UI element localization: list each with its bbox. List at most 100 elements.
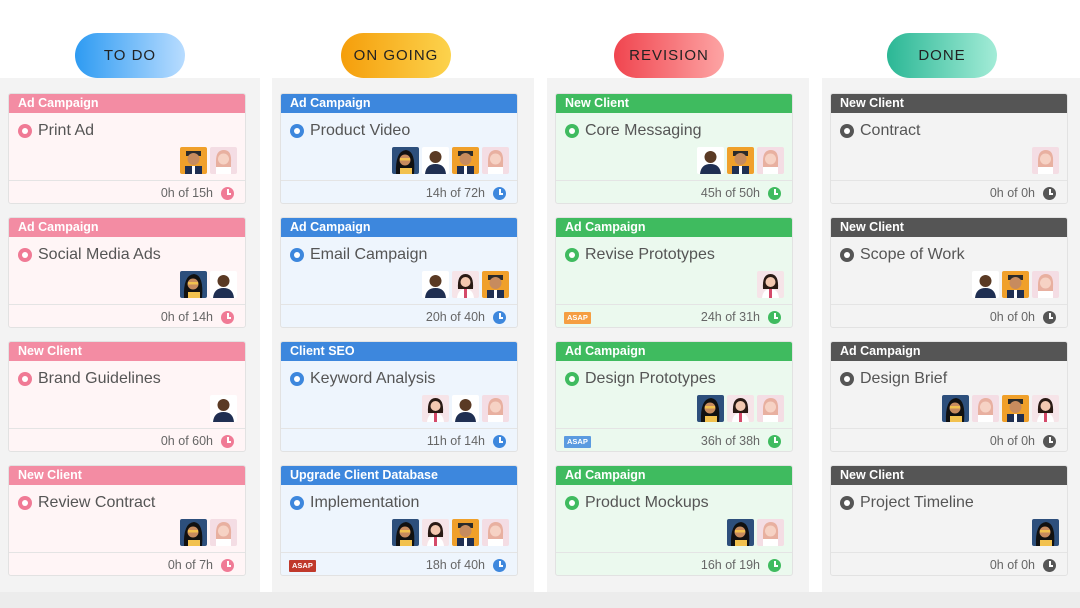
task-card[interactable]: New Client Brand Guidelines 0h of 60h	[8, 341, 246, 452]
card-title[interactable]: Revise Prototypes	[565, 246, 715, 264]
card-title[interactable]: Brand Guidelines	[18, 370, 161, 388]
card-body: Design Prototypes ASAP 36h of 38h	[556, 361, 792, 451]
avatar[interactable]	[757, 147, 784, 174]
avatar[interactable]	[972, 395, 999, 422]
task-card[interactable]: Client SEO Keyword Analysis 11h of 14h	[280, 341, 518, 452]
card-title[interactable]: Email Campaign	[290, 246, 427, 264]
card-title[interactable]: Contract	[840, 122, 920, 140]
card-title[interactable]: Implementation	[290, 494, 419, 512]
task-card[interactable]: Ad Campaign Print Ad 0h of 15h	[8, 93, 246, 204]
avatar[interactable]	[392, 519, 419, 546]
avatar[interactable]	[210, 519, 237, 546]
avatar[interactable]	[422, 519, 449, 546]
avatar[interactable]	[482, 271, 509, 298]
task-card[interactable]: Ad Campaign Email Campaign 20h of 40h	[280, 217, 518, 328]
avatar[interactable]	[727, 395, 754, 422]
card-title[interactable]: Print Ad	[18, 122, 94, 140]
card-title[interactable]: Design Prototypes	[565, 370, 716, 388]
card-project-tag: Ad Campaign	[831, 342, 1067, 361]
avatar[interactable]	[757, 395, 784, 422]
avatar[interactable]	[697, 147, 724, 174]
task-card[interactable]: New Client Review Contract 0h of 7h	[8, 465, 246, 576]
clock-icon[interactable]	[493, 435, 506, 448]
task-card[interactable]: Upgrade Client Database Implementation ASA…	[280, 465, 518, 576]
avatar[interactable]	[727, 147, 754, 174]
clock-icon[interactable]	[1043, 559, 1056, 572]
horizontal-scrollbar[interactable]	[0, 592, 1080, 608]
card-title[interactable]: Project Timeline	[840, 494, 974, 512]
task-card[interactable]: New Client Contract 0h of 0h	[830, 93, 1068, 204]
card-title[interactable]: Design Brief	[840, 370, 947, 388]
avatar[interactable]	[757, 519, 784, 546]
clock-icon[interactable]	[768, 311, 781, 324]
avatar[interactable]	[452, 271, 479, 298]
avatar[interactable]	[422, 395, 449, 422]
avatar[interactable]	[1032, 147, 1059, 174]
task-card[interactable]: New Client Scope of Work 0h of 0h	[830, 217, 1068, 328]
avatar[interactable]	[1002, 395, 1029, 422]
avatar[interactable]	[1032, 519, 1059, 546]
card-title[interactable]: Keyword Analysis	[290, 370, 435, 388]
avatar[interactable]	[1032, 395, 1059, 422]
clock-icon[interactable]	[221, 187, 234, 200]
avatar[interactable]	[482, 147, 509, 174]
avatar[interactable]	[422, 147, 449, 174]
avatar[interactable]	[180, 519, 207, 546]
avatar[interactable]	[452, 395, 479, 422]
task-card[interactable]: Ad Campaign Social Media Ads 0h of 14h	[8, 217, 246, 328]
card-title[interactable]: Core Messaging	[565, 122, 702, 140]
clock-icon[interactable]	[221, 311, 234, 324]
card-project-tag: New Client	[831, 94, 1067, 113]
task-card[interactable]: New Client Project Timeline 0h of 0h	[830, 465, 1068, 576]
avatar[interactable]	[422, 271, 449, 298]
card-project-tag: Ad Campaign	[556, 218, 792, 237]
task-card[interactable]: Ad Campaign Design Brief 0h of 0h	[830, 341, 1068, 452]
card-title-text: Design Prototypes	[585, 370, 716, 387]
clock-icon[interactable]	[493, 311, 506, 324]
avatar[interactable]	[210, 395, 237, 422]
task-card[interactable]: Ad Campaign Design Prototypes ASAP 36h of 3…	[555, 341, 793, 452]
card-title[interactable]: Product Video	[290, 122, 410, 140]
avatar[interactable]	[757, 271, 784, 298]
avatar[interactable]	[180, 271, 207, 298]
avatar[interactable]	[697, 395, 724, 422]
avatar[interactable]	[482, 395, 509, 422]
card-title[interactable]: Scope of Work	[840, 246, 965, 264]
avatar[interactable]	[210, 147, 237, 174]
avatar[interactable]	[942, 395, 969, 422]
card-footer: ASAP 24h of 31h	[556, 304, 792, 327]
avatar[interactable]	[482, 519, 509, 546]
clock-icon[interactable]	[768, 559, 781, 572]
clock-icon[interactable]	[1043, 311, 1056, 324]
column-header-done[interactable]: DONE	[887, 33, 997, 78]
avatar[interactable]	[452, 519, 479, 546]
task-card[interactable]: New Client Core Messaging 45h of 50h	[555, 93, 793, 204]
clock-icon[interactable]	[221, 435, 234, 448]
avatar[interactable]	[392, 147, 419, 174]
avatar[interactable]	[972, 271, 999, 298]
clock-icon[interactable]	[768, 187, 781, 200]
task-card[interactable]: Ad Campaign Revise Prototypes ASAP 24h of 3…	[555, 217, 793, 328]
column-header-ongoing[interactable]: ON GOING	[341, 33, 451, 78]
column-header-revision[interactable]: REVISION	[614, 33, 724, 78]
clock-icon[interactable]	[221, 559, 234, 572]
avatar[interactable]	[727, 519, 754, 546]
card-title[interactable]: Product Mockups	[565, 494, 709, 512]
clock-icon[interactable]	[493, 559, 506, 572]
task-card[interactable]: Ad Campaign Product Video 14h of 72h	[280, 93, 518, 204]
clock-icon[interactable]	[493, 187, 506, 200]
clock-icon[interactable]	[1043, 187, 1056, 200]
column-ongoing: ON GOING Ad Campaign Product Video 14h of …	[272, 0, 534, 592]
avatar[interactable]	[452, 147, 479, 174]
card-title[interactable]: Review Contract	[18, 494, 155, 512]
avatar[interactable]	[1002, 271, 1029, 298]
clock-icon[interactable]	[1043, 435, 1056, 448]
column-header-todo[interactable]: TO DO	[75, 33, 185, 78]
task-card[interactable]: Ad Campaign Product Mockups 16h of 19h	[555, 465, 793, 576]
avatar[interactable]	[180, 147, 207, 174]
clock-icon[interactable]	[768, 435, 781, 448]
avatar[interactable]	[1032, 271, 1059, 298]
avatar[interactable]	[210, 271, 237, 298]
card-title[interactable]: Social Media Ads	[18, 246, 161, 264]
card-project-tag: Client SEO	[281, 342, 517, 361]
